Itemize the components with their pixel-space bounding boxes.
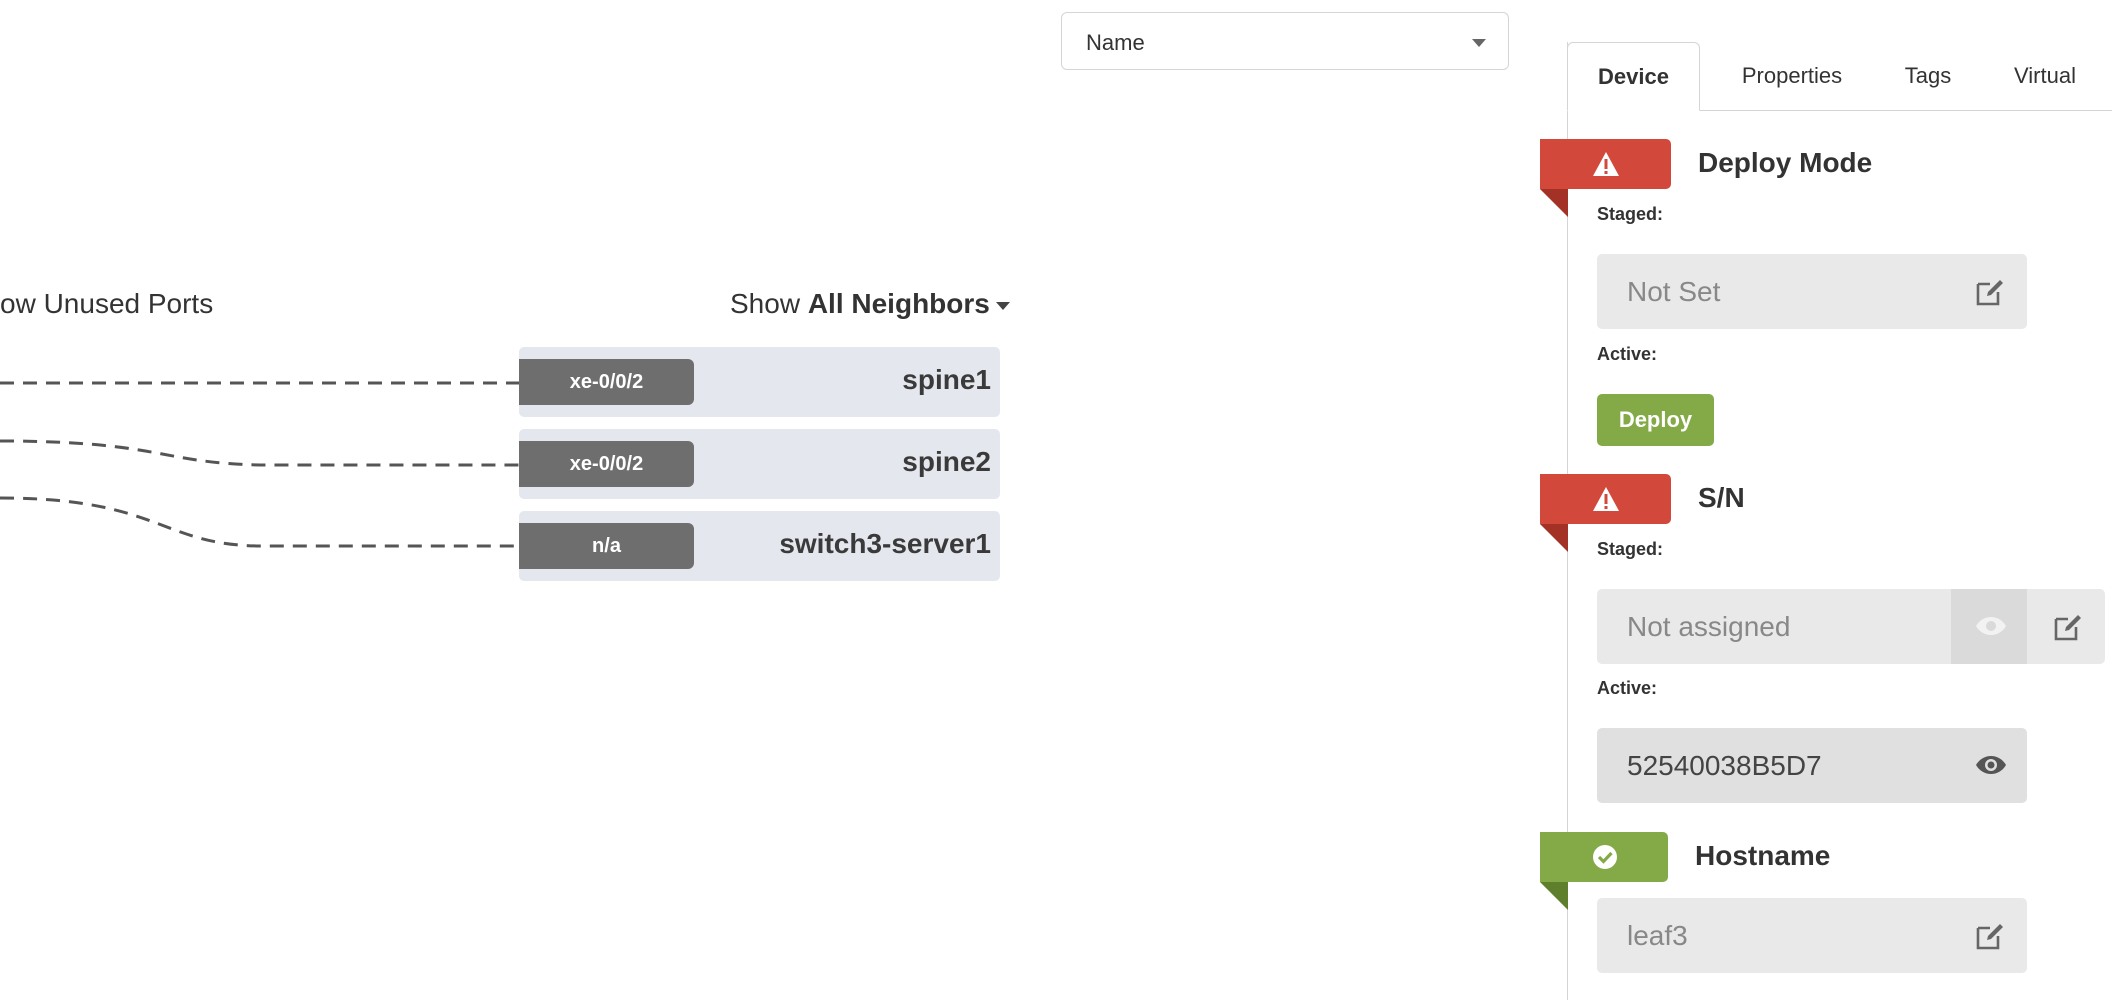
sort-by-value: Name [1086,30,1145,55]
deploy-mode-staged-field[interactable]: Not Set [1597,254,2027,329]
serial-staged-label: Staged: [1597,539,1664,559]
neighbor-name: spine1 [902,364,991,395]
serial-staged-field[interactable]: Not assigned [1597,589,2105,664]
serial-active-field: 52540038B5D7 [1597,728,2027,803]
warning-icon [1593,152,1619,176]
port-badge: xe-0/0/2 [519,441,694,487]
port-badge: n/a [519,523,694,569]
deploy-mode-status-flag [1540,139,1671,217]
neighbor-row[interactable]: xe-0/0/2 spine2 [519,429,1000,499]
link-line [0,439,519,467]
hostname-title: Hostname [1695,840,1831,871]
deploy-button[interactable]: Deploy [1597,394,1714,446]
serial-title: S/N [1698,482,1745,513]
panel-tabs: Device Properties Tags Virtual [1567,42,2112,111]
port-badge: xe-0/0/2 [519,359,694,405]
deploy-mode-staged-label: Staged: [1597,204,1664,224]
edit-button[interactable] [2029,589,2105,664]
caret-down-icon [995,301,1010,310]
neighbor-name: switch3-server1 [779,528,991,559]
deploy-mode-active-label: Active: [1597,344,1658,364]
tab-virtual[interactable]: Virtual [1991,42,2099,110]
deploy-mode-staged-value: Not Set [1627,276,1721,307]
serial-active-value: 52540038B5D7 [1627,750,1822,781]
sort-by-select[interactable]: Name [1061,12,1509,70]
eye-icon [1976,617,2006,635]
eye-icon [1976,756,2006,774]
hostname-field[interactable]: leaf3 [1597,898,2027,973]
tab-device[interactable]: Device [1567,42,1700,111]
tab-tags[interactable]: Tags [1883,42,1973,110]
warning-icon [1593,487,1619,511]
edit-button[interactable] [1951,898,2027,973]
show-neighbors-dropdown[interactable]: Show All Neighbors [730,288,1010,320]
hostname-value: leaf3 [1627,920,1688,951]
hostname-status-flag [1540,832,1668,910]
link-line [0,496,519,548]
tab-properties[interactable]: Properties [1719,42,1865,110]
edit-icon [1976,280,2003,306]
deploy-mode-title: Deploy Mode [1698,147,1873,178]
link-lines [0,381,519,548]
edit-button[interactable] [1951,254,2027,329]
edit-icon [1976,924,2003,950]
serial-staged-value: Not assigned [1627,611,1791,642]
edit-icon [2054,615,2081,641]
serial-status-flag [1540,474,1671,552]
serial-active-label: Active: [1597,678,1658,698]
chevron-down-icon [1472,39,1486,47]
reveal-button[interactable] [1951,728,2027,803]
neighbor-name: spine2 [902,446,991,477]
neighbor-row[interactable]: xe-0/0/2 spine1 [519,347,1000,417]
check-circle-icon [1593,845,1617,869]
reveal-button[interactable] [1951,589,2027,664]
neighbor-row[interactable]: n/a switch3-server1 [519,511,1000,581]
